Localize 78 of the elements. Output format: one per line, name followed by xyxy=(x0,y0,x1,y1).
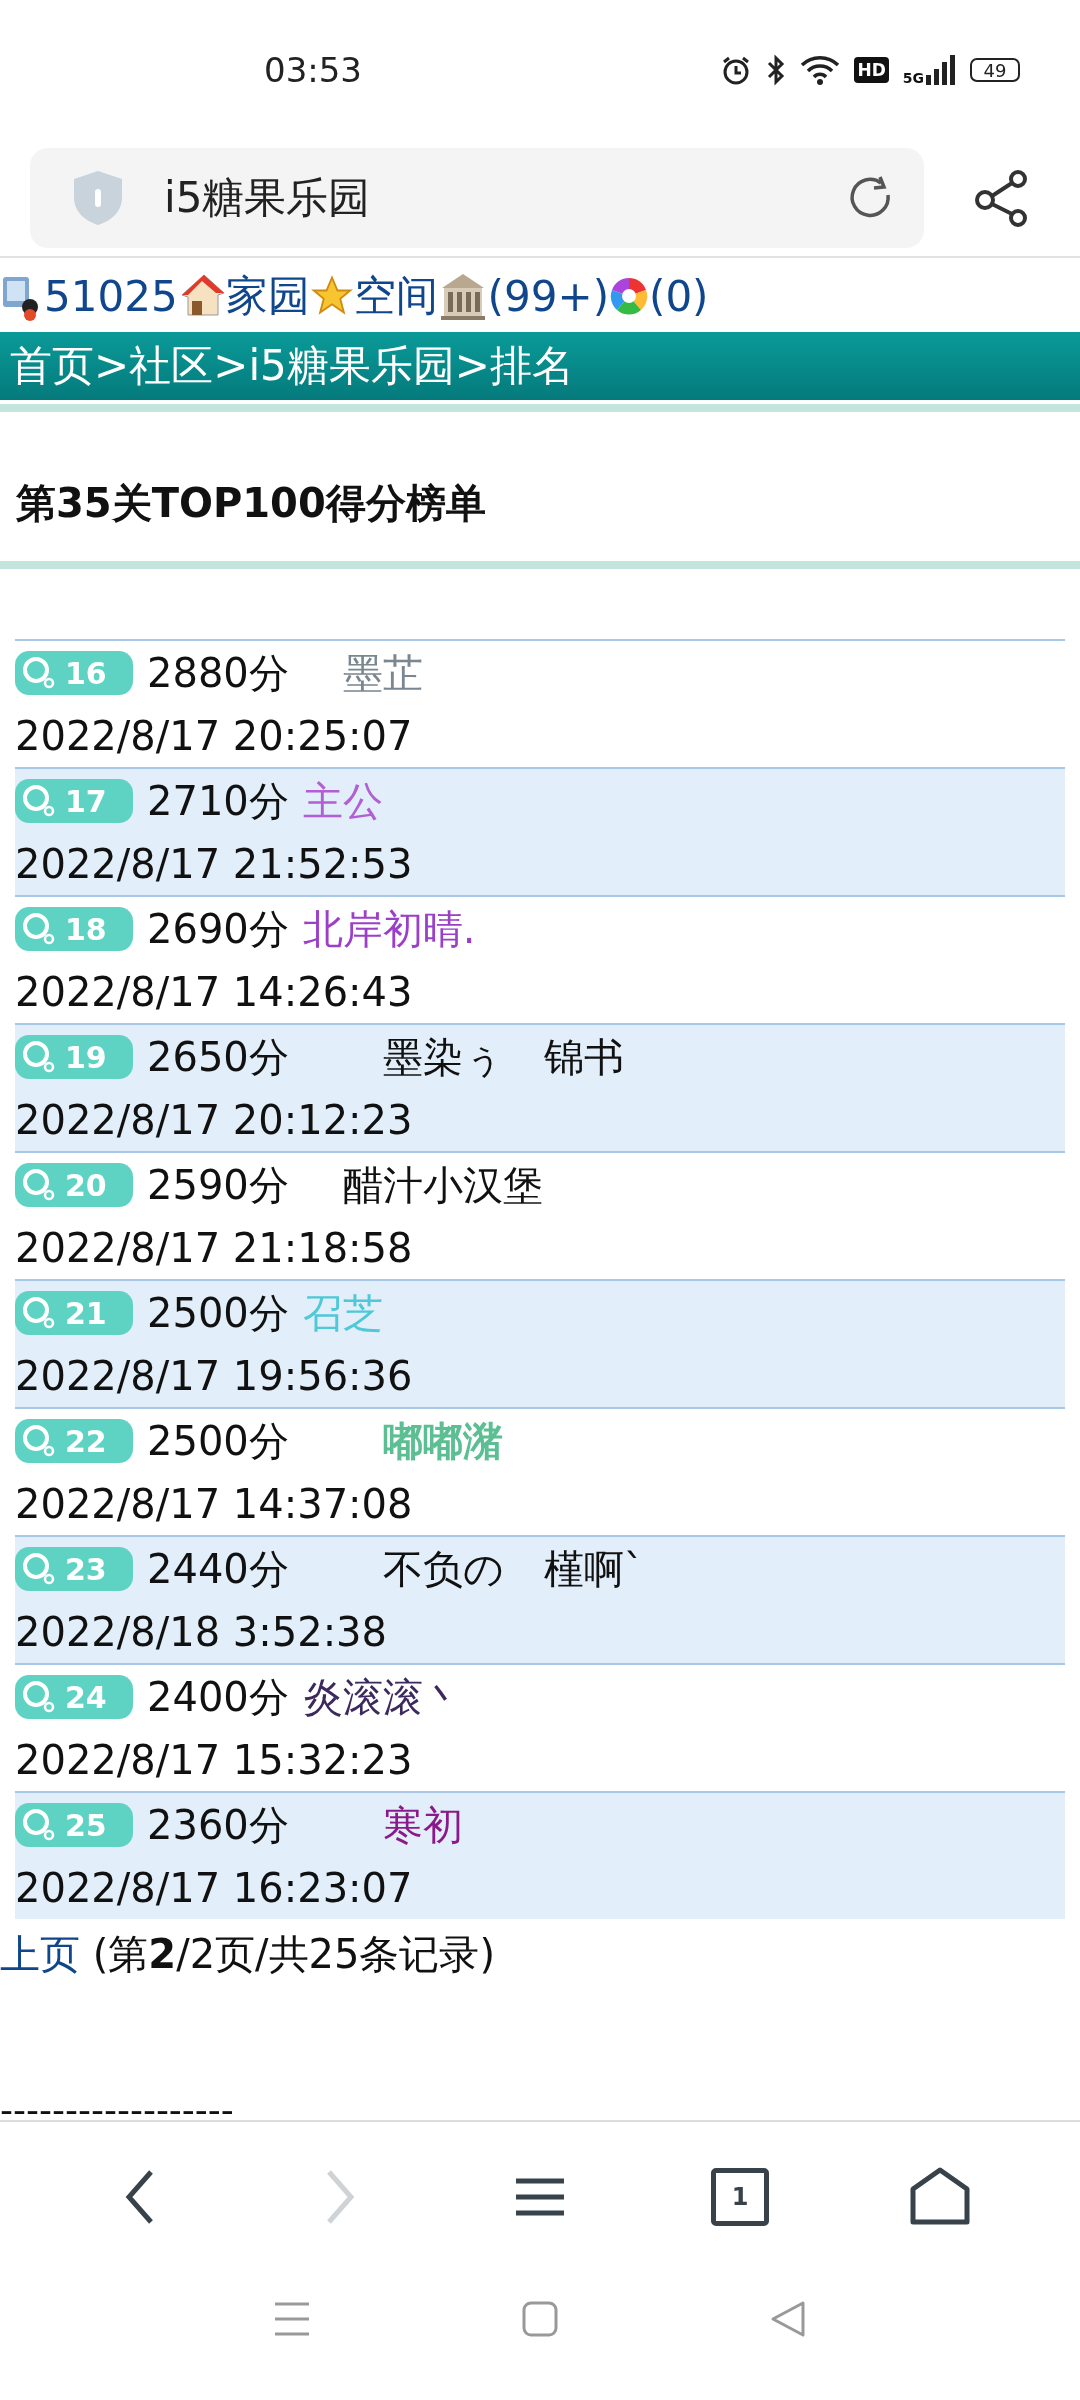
tabs-button[interactable]: 1 xyxy=(711,2168,769,2226)
nav-link[interactable]: 空间 xyxy=(353,268,438,324)
dashed-divider: ------------------ xyxy=(0,2090,235,2130)
medal-icon xyxy=(21,1423,57,1459)
nav-link[interactable]: 家园 xyxy=(225,268,310,324)
home-icon xyxy=(909,2167,971,2227)
address-bar[interactable]: i5糖果乐园 xyxy=(30,148,924,248)
medal-icon xyxy=(21,655,57,691)
record-time: 2022/8/17 20:12:23 xyxy=(15,1096,414,1145)
player-name: 墨芷 xyxy=(341,648,423,698)
network-label: 5G xyxy=(902,71,924,85)
player-name: 嘟嘟潴 xyxy=(381,1416,503,1466)
page-info: (第2/2页/共25条记录) xyxy=(92,1931,496,1977)
rank-badge: 19 xyxy=(15,1035,133,1079)
record-time: 2022/8/17 21:18:58 xyxy=(15,1224,414,1273)
hd-badge: HD xyxy=(854,57,889,83)
score: 2690分 xyxy=(147,904,289,954)
back-button-icon[interactable] xyxy=(769,2300,807,2338)
ranking-heading: 第35关TOP100得分榜单 xyxy=(15,479,487,528)
medal-icon xyxy=(21,783,57,819)
rank-badge: 22 xyxy=(15,1419,133,1463)
rank-badge: 24 xyxy=(15,1675,133,1719)
rank-badge: 16 xyxy=(15,651,133,695)
forward-icon xyxy=(325,2169,355,2225)
menu-icon[interactable] xyxy=(273,2300,311,2338)
page-title: i5糖果乐园 xyxy=(164,172,372,224)
record-time: 2022/8/17 16:23:07 xyxy=(15,1864,414,1913)
player-name: 主公 xyxy=(302,776,383,826)
player-name: 墨染ぅ 锦书 xyxy=(381,1032,624,1082)
player-name: 北岸初晴. xyxy=(302,904,476,954)
record-time: 2022/8/17 20:25:07 xyxy=(15,712,414,761)
rank-badge: 21 xyxy=(15,1291,133,1335)
nav-link[interactable]: 51025 xyxy=(44,271,178,321)
medal-icon xyxy=(21,1807,57,1843)
medal-icon xyxy=(21,1039,57,1075)
medal-icon xyxy=(21,1551,57,1587)
clock: 03:53 xyxy=(264,49,363,90)
rank-badge: 18 xyxy=(15,907,133,951)
medal-icon xyxy=(21,1295,57,1331)
player-name: 不负の 槿啊ˋ xyxy=(381,1544,644,1594)
medal-icon xyxy=(21,1167,57,1203)
color-wheel-icon xyxy=(609,276,649,316)
medal-icon xyxy=(21,1679,57,1715)
player-name: 醋汁小汉堡 xyxy=(341,1160,543,1210)
menu-icon xyxy=(516,2177,564,2217)
player-name: 炎滚滚丶 xyxy=(302,1672,463,1722)
nav-link[interactable]: (99+) xyxy=(487,271,609,321)
record-time: 2022/8/17 21:52:53 xyxy=(15,840,414,889)
back-icon xyxy=(125,2169,155,2225)
record-time: 2022/8/17 14:26:43 xyxy=(15,968,414,1017)
player-name: 召芝 xyxy=(302,1288,383,1338)
record-time: 2022/8/17 14:37:08 xyxy=(15,1480,414,1529)
player-name: 寒初 xyxy=(381,1800,463,1850)
score: 2500分 xyxy=(147,1416,289,1466)
record-time: 2022/8/18 3:52:38 xyxy=(15,1608,388,1657)
record-time: 2022/8/17 19:56:36 xyxy=(15,1352,414,1401)
home-button-icon[interactable] xyxy=(521,2300,559,2338)
rank-badge: 20 xyxy=(15,1163,133,1207)
score: 2440分 xyxy=(147,1544,289,1594)
score: 2500分 xyxy=(147,1288,289,1338)
record-time: 2022/8/17 15:32:23 xyxy=(15,1736,414,1785)
rank-badge: 23 xyxy=(15,1547,133,1591)
rank-badge: 25 xyxy=(15,1803,133,1847)
nav-link[interactable]: (0) xyxy=(649,271,709,321)
score: 2590分 xyxy=(147,1160,289,1210)
wifi-icon xyxy=(800,55,841,85)
previous-page-link[interactable]: 上页 xyxy=(0,1931,80,1977)
rank-badge: 17 xyxy=(15,779,133,823)
score: 2360分 xyxy=(147,1800,289,1850)
share-icon[interactable] xyxy=(974,169,1028,227)
score: 2400分 xyxy=(147,1672,289,1722)
signal-icon xyxy=(926,55,956,85)
bluetooth-icon xyxy=(766,54,787,86)
score: 2650分 xyxy=(147,1032,289,1082)
battery-level: 49 xyxy=(970,58,1020,82)
medal-icon xyxy=(21,911,57,947)
score: 2710分 xyxy=(147,776,289,826)
score: 2880分 xyxy=(147,648,289,698)
